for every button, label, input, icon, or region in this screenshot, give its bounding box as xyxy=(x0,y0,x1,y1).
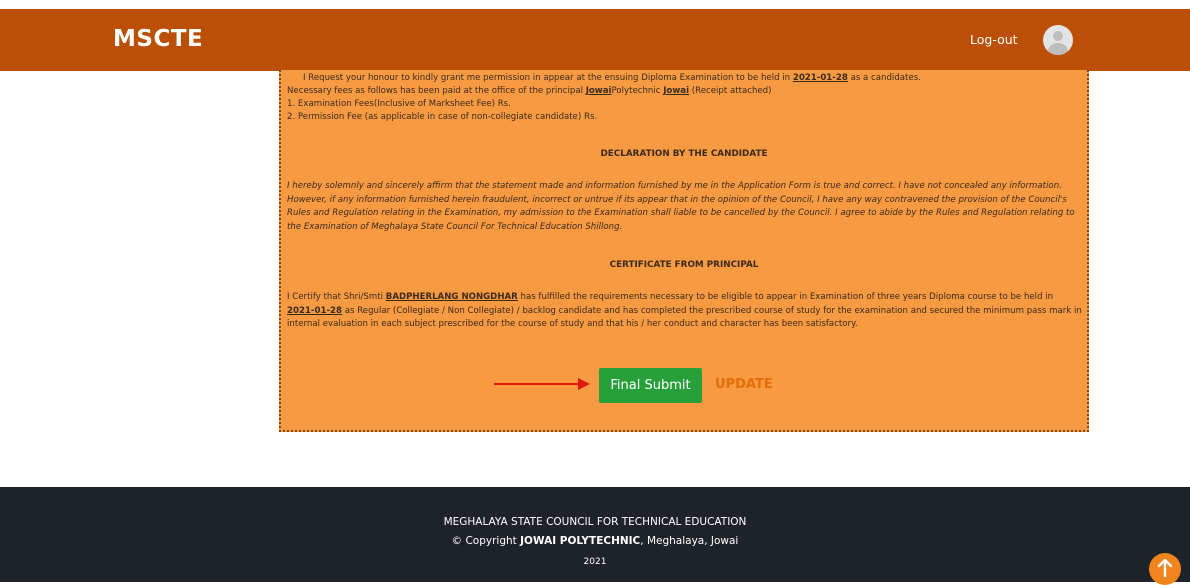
footer-year: 2021 xyxy=(583,557,607,567)
copyright-prefix: © Copyright xyxy=(451,535,517,547)
certificate-pre: I Certify that Shri/Smti xyxy=(287,292,384,302)
certificate-date: 2021-01-28 xyxy=(287,305,342,316)
certificate-post: as Regular (Collegiate / Non Collegiate)… xyxy=(287,305,1082,330)
logout-link[interactable]: Log-out xyxy=(970,32,1018,47)
institute-name: Jowai xyxy=(585,86,612,96)
receipt-text: (Receipt attached) xyxy=(691,86,772,96)
request-text-end: as a candidates. xyxy=(850,73,921,83)
copyright-suffix: , Meghalaya, Jowai xyxy=(640,535,739,547)
top-strip xyxy=(0,0,1190,9)
avatar-shoulders xyxy=(1048,43,1068,55)
footer-council-name: MEGHALAYA STATE COUNCIL FOR TECHNICAL ED… xyxy=(443,516,747,528)
declaration-text: I hereby solemnly and sincerely affirm t… xyxy=(287,181,1075,232)
footer-copyright: © Copyright JOWAI POLYTECHNIC, Meghalaya… xyxy=(0,535,1190,547)
exam-date: 2021-01-28 xyxy=(792,73,848,83)
request-line-1: I Request your honour to kindly grant me… xyxy=(303,72,921,84)
avatar-head xyxy=(1053,31,1063,41)
certificate-text: I Certify that Shri/Smti BADPHERLANG NON… xyxy=(287,291,1083,332)
fee-item-2: 2. Permission Fee (as applicable in case… xyxy=(287,112,598,122)
certificate-mid: has fulfilled the requirements necessary… xyxy=(520,292,1054,302)
scroll-to-top-button[interactable] xyxy=(1149,553,1181,585)
navbar: MSCTE Log-out xyxy=(0,9,1190,71)
declaration-heading: DECLARATION BY THE CANDIDATE xyxy=(600,149,768,159)
red-arrow-head-icon xyxy=(578,378,590,390)
brand-logo[interactable]: MSCTE xyxy=(113,26,203,52)
place-name: Jowai xyxy=(663,86,690,96)
red-arrow-icon xyxy=(494,383,580,385)
request-text: I Request your honour to kindly grant me… xyxy=(303,73,791,83)
certificate-heading: CERTIFICATE FROM PRINCIPAL xyxy=(609,260,759,270)
candidate-name: BADPHERLANG NONGDHAR xyxy=(385,292,518,302)
fees-text: Necessary fees as follows has been paid … xyxy=(287,86,583,96)
request-line-2: Necessary fees as follows has been paid … xyxy=(287,85,771,97)
user-avatar-icon[interactable] xyxy=(1043,25,1073,55)
fee-item-1: 1. Examination Fees(Inclusive of Markshe… xyxy=(287,99,511,109)
arrow-up-icon xyxy=(1157,559,1173,577)
polytechnic-text: Polytechnic xyxy=(611,86,661,96)
footer: MEGHALAYA STATE COUNCIL FOR TECHNICAL ED… xyxy=(0,487,1190,582)
update-link[interactable]: UPDATE xyxy=(715,377,773,392)
footer-institution: JOWAI POLYTECHNIC xyxy=(520,535,641,547)
final-submit-button[interactable]: Final Submit xyxy=(599,368,702,403)
